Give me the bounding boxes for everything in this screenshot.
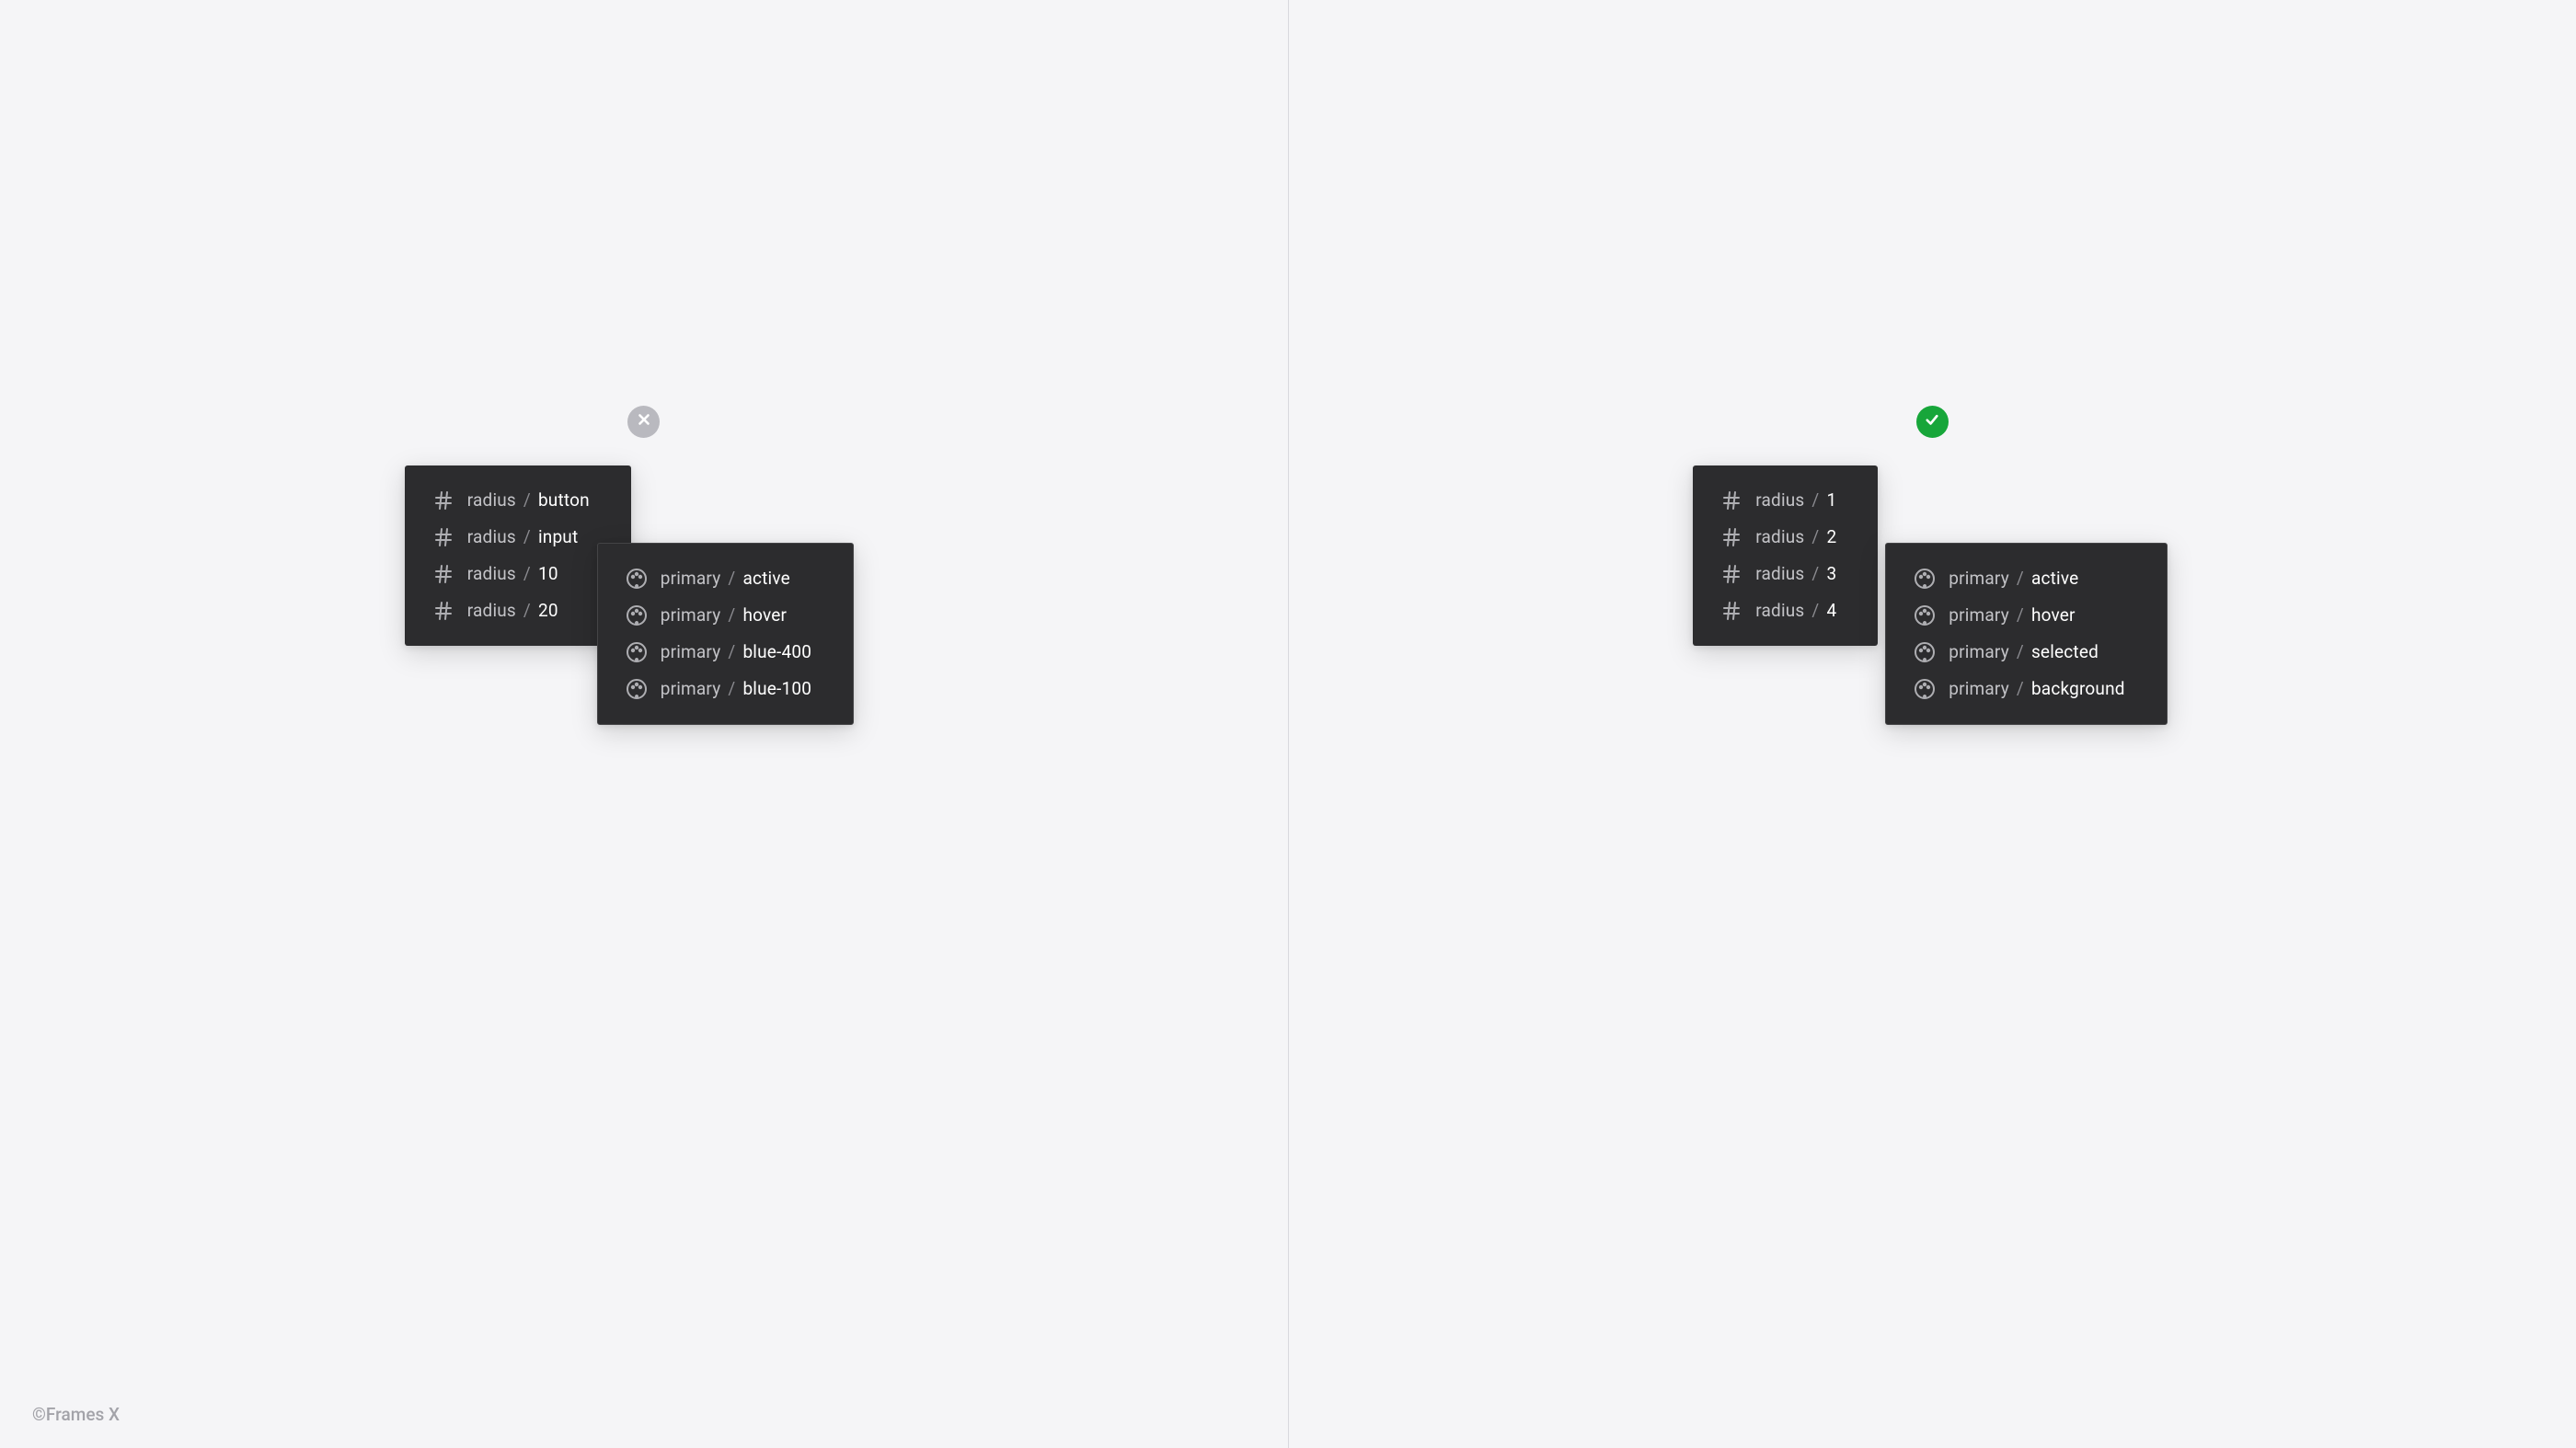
token-name: 2 [1826,526,1836,547]
palette-icon [1914,568,1936,590]
palette-icon [1914,678,1936,700]
token-separator: / [523,563,531,584]
token-separator: / [2017,641,2024,662]
token-separator: / [1811,563,1819,584]
token-row: radius / 10 [432,556,590,592]
token-row: primary / hover [626,597,811,634]
check-icon [1924,411,1940,431]
token-prefix: radius [467,600,516,621]
token-row: primary / blue-400 [626,634,811,671]
token-separator: / [2017,604,2024,626]
token-name: input [538,526,578,547]
token-prefix: primary [661,568,721,589]
hash-icon [432,600,454,622]
radius-token-panel: radius / 1 radius / 2 [1693,465,1878,646]
token-prefix: primary [1949,568,2009,589]
token-prefix: primary [661,604,721,626]
token-row: radius / input [432,519,590,556]
token-name: button [538,489,590,511]
token-row: primary / blue-100 [626,671,811,707]
token-prefix: primary [1949,641,2009,662]
token-row: radius / 2 [1720,519,1836,556]
token-separator: / [728,641,735,662]
palette-icon [626,604,648,626]
token-name: 20 [538,600,558,621]
token-prefix: radius [467,563,516,584]
token-name: selected [2031,641,2099,662]
palette-icon [626,568,648,590]
comparison-container: radius / button radius / input [0,0,2576,1448]
close-icon [636,411,652,431]
token-prefix: primary [1949,678,2009,699]
token-prefix: radius [467,526,516,547]
token-separator: / [728,568,735,589]
token-name: blue-100 [742,678,811,699]
incorrect-badge [627,406,660,438]
correct-example-panel: radius / 1 radius / 2 [1289,0,2576,1448]
token-name: active [2031,568,2078,589]
token-prefix: radius [1755,563,1804,584]
token-separator: / [523,489,531,511]
token-name: active [742,568,789,589]
palette-icon [626,641,648,663]
color-token-panel: primary / active primary / hover [1885,543,2167,725]
token-separator: / [523,526,531,547]
correct-badge [1916,406,1949,438]
token-prefix: primary [1949,604,2009,626]
incorrect-example-panel: radius / button radius / input [0,0,1289,1448]
token-name: hover [2031,604,2076,626]
token-prefix: primary [661,641,721,662]
hash-icon [1720,489,1742,511]
color-token-panel: primary / active primary / hover [597,543,854,725]
hash-icon [432,563,454,585]
hash-icon [432,526,454,548]
token-separator: / [2017,568,2024,589]
token-row: radius / 1 [1720,482,1836,519]
hash-icon [432,489,454,511]
hash-icon [1720,526,1742,548]
token-row: primary / active [1914,560,2124,597]
token-row: primary / selected [1914,634,2124,671]
token-prefix: primary [661,678,721,699]
token-row: primary / hover [1914,597,2124,634]
token-name: 4 [1826,600,1836,621]
token-row: primary / active [626,560,811,597]
palette-icon [1914,604,1936,626]
token-name: 10 [538,563,558,584]
token-separator: / [1811,600,1819,621]
token-separator: / [728,678,735,699]
token-name: blue-400 [742,641,811,662]
hash-icon [1720,563,1742,585]
hash-icon [1720,600,1742,622]
token-name: hover [742,604,787,626]
palette-icon [626,678,648,700]
token-row: radius / 4 [1720,592,1836,629]
token-name: 1 [1826,489,1836,511]
token-separator: / [1811,526,1819,547]
token-prefix: radius [1755,600,1804,621]
palette-icon [1914,641,1936,663]
token-prefix: radius [1755,526,1804,547]
token-name: background [2031,678,2125,699]
token-separator: / [728,604,735,626]
token-separator: / [1811,489,1819,511]
token-row: radius / 3 [1720,556,1836,592]
token-prefix: radius [1755,489,1804,511]
attribution-text: ©Frames X [32,1404,120,1425]
token-prefix: radius [467,489,516,511]
token-separator: / [523,600,531,621]
token-name: 3 [1826,563,1836,584]
token-row: primary / background [1914,671,2124,707]
token-separator: / [2017,678,2024,699]
token-row: radius / button [432,482,590,519]
token-row: radius / 20 [432,592,590,629]
